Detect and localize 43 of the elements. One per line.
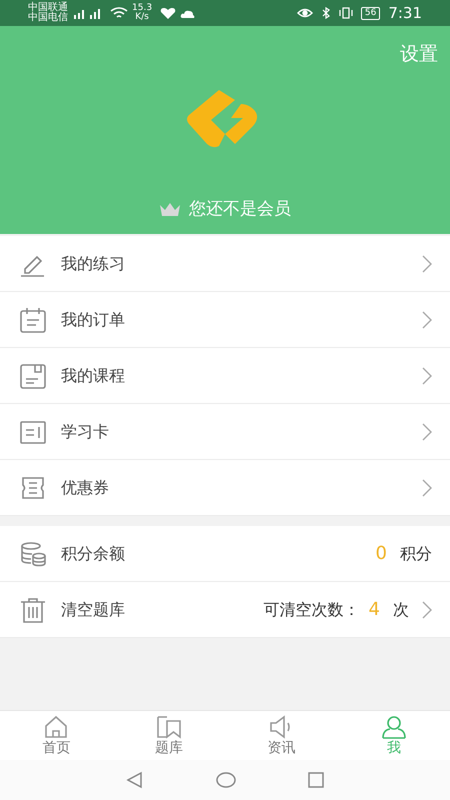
carrier-label: 中国电信 <box>28 13 68 23</box>
battery-indicator: 56 <box>360 6 380 20</box>
unit-label: 次 <box>393 598 409 620</box>
speed-label: 15.3 <box>132 4 152 13</box>
wifi-icon <box>110 7 128 19</box>
recents-icon[interactable] <box>307 771 325 789</box>
count-label: 可清空次数： <box>264 598 360 620</box>
person-icon <box>380 714 407 738</box>
menu-item[interactable]: 优惠券 <box>0 460 450 516</box>
vibrate-icon <box>338 7 353 19</box>
chevron-icon <box>422 310 432 328</box>
unit-label: 积分 <box>400 542 432 564</box>
carrier-label: 中国联通 <box>28 3 68 13</box>
account-row[interactable]: 积分余额 0 积分 <box>0 526 450 582</box>
heart-icon <box>160 7 176 19</box>
menu-item[interactable]: 我的练习 <box>0 236 450 292</box>
clock: 7:31 <box>388 2 422 24</box>
home-icon <box>43 714 70 738</box>
chevron-icon <box>422 254 432 272</box>
chevron-icon <box>422 478 432 496</box>
back-icon[interactable] <box>125 770 145 790</box>
signal-icon <box>72 7 102 19</box>
crown-icon <box>159 201 181 218</box>
bluetooth-icon <box>320 7 331 19</box>
row-label: 清空题库 <box>61 598 126 620</box>
menu-item[interactable]: 我的课程 <box>0 348 450 404</box>
chevron-icon <box>422 600 432 618</box>
value-number: 4 <box>368 598 380 622</box>
bookmark-icon <box>156 714 182 738</box>
account-row[interactable]: 清空题库 可清空次数： 4 次 <box>0 582 450 638</box>
menu-item[interactable]: 学习卡 <box>0 404 450 460</box>
chevron-icon <box>422 422 432 440</box>
tab-item[interactable]: 题库 <box>112 711 225 760</box>
tab-item[interactable]: 首页 <box>0 711 112 760</box>
eye-icon <box>296 7 313 19</box>
home-button-icon[interactable] <box>215 770 237 790</box>
tab-item[interactable]: 资讯 <box>225 711 338 760</box>
menu-item[interactable]: 我的订单 <box>0 292 450 348</box>
speed-label: K/s <box>135 13 149 22</box>
value-number: 0 <box>376 542 387 566</box>
chevron-icon <box>422 366 432 384</box>
row-label: 积分余额 <box>61 542 126 564</box>
membership-status: 您还不是会员 <box>189 198 291 220</box>
